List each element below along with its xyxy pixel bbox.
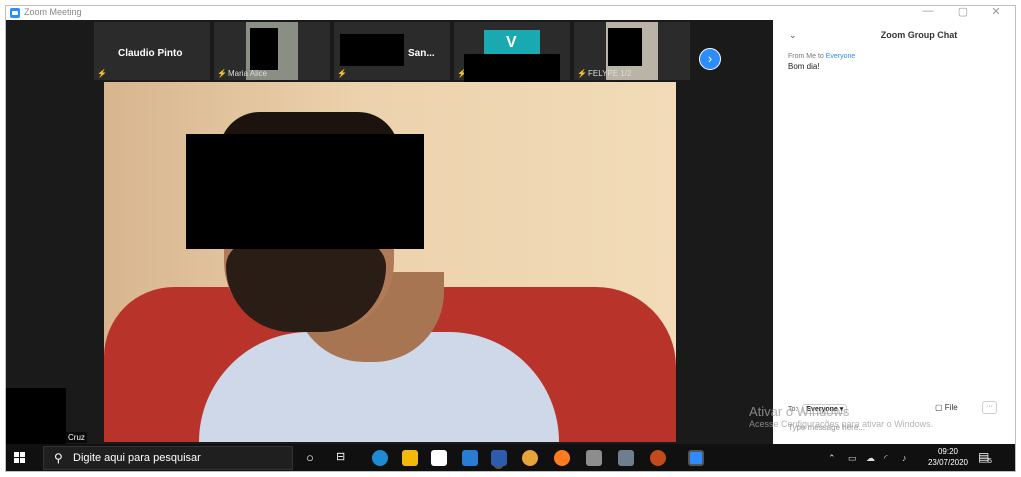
chat-message: Bom dia! [788, 62, 820, 71]
store-icon[interactable] [431, 450, 447, 466]
redaction-box [186, 134, 424, 249]
activation-watermark-title: Ativar o Windows [749, 404, 850, 419]
file-button[interactable]: ▢ File [935, 403, 958, 412]
participant-name: San... [408, 48, 435, 59]
window-title: Zoom Meeting [24, 7, 82, 17]
participant-strip: Claudio Pinto ⚡ ⚡ Maria Alice San... ⚡ V… [6, 20, 773, 90]
search-icon: ⚲ [54, 451, 63, 465]
battery-icon[interactable]: ▭ [848, 453, 857, 464]
muted-mic-icon: ⚡ [337, 69, 347, 78]
avatar-initial: V [506, 34, 517, 51]
participant-name: Claudio Pinto [118, 48, 183, 59]
cortana-icon[interactable]: ○ [306, 450, 322, 466]
file-icon: ▢ [935, 403, 943, 412]
clock-date: 23/07/2020 [927, 458, 969, 467]
taskbar-clock[interactable]: 09:20 23/07/2020 [922, 446, 974, 468]
participant-tile[interactable]: Claudio Pinto ⚡ [94, 22, 210, 80]
muted-mic-icon: ⚡ [97, 69, 107, 78]
chevron-right-icon[interactable]: › [699, 48, 721, 70]
self-view-label: Cruz [66, 432, 87, 443]
file-explorer-icon[interactable] [402, 450, 418, 466]
firefox-icon[interactable] [554, 450, 570, 466]
from-prefix: From Me to [788, 53, 824, 60]
participant-tile[interactable]: San... ⚡ [334, 22, 450, 80]
redaction-box [250, 28, 278, 70]
participant-label: Maria Alice [228, 69, 268, 78]
app-icon[interactable] [586, 450, 602, 466]
active-speaker-video [104, 82, 676, 442]
video-area: Claudio Pinto ⚡ ⚡ Maria Alice San... ⚡ V… [6, 20, 773, 450]
muted-mic-icon: ⚡ [217, 69, 227, 78]
zoom-taskbar-icon[interactable] [688, 450, 704, 466]
mail-icon[interactable] [462, 450, 478, 466]
muted-mic-icon: ⚡ [577, 69, 587, 78]
word-icon[interactable] [491, 450, 507, 466]
more-button[interactable]: ··· [982, 401, 997, 414]
taskbar: ⚲ Digite aqui para pesquisar ○ ⊟ 8 ⌃ ▭ ☁… [6, 444, 1015, 471]
app-icon[interactable] [618, 450, 634, 466]
windows-start-icon[interactable] [14, 452, 26, 464]
search-placeholder: Digite aqui para pesquisar [73, 452, 201, 464]
edge-icon[interactable] [372, 450, 388, 466]
close-button[interactable]: ✕ [984, 6, 1008, 18]
zoom-app-icon [10, 8, 20, 18]
wifi-icon[interactable]: ◜ [884, 453, 888, 464]
zoom-window: Zoom Meeting — ▢ ✕ Claudio Pinto ⚡ ⚡ Mar… [5, 5, 1016, 472]
title-bar: Zoom Meeting — ▢ ✕ [6, 6, 1015, 20]
chat-title: Zoom Group Chat [880, 30, 958, 40]
activation-watermark-text: Acesse Configurações para ativar o Windo… [749, 419, 934, 429]
file-label: File [944, 403, 958, 412]
app-icon[interactable] [650, 450, 666, 466]
participant-tile[interactable]: ⚡ FELYPE 1/2 [574, 22, 690, 80]
onedrive-icon[interactable]: ☁ [866, 453, 875, 464]
self-view-tile[interactable] [6, 388, 66, 450]
notification-count: 5 [988, 458, 992, 465]
restore-button[interactable]: ▢ [951, 6, 975, 18]
chat-panel: ⌄ Zoom Group Chat From Me to Everyone Bo… [773, 20, 1015, 444]
minimize-button[interactable]: — [916, 6, 940, 17]
participant-label: FELYPE 1/2 [588, 69, 632, 78]
chrome-icon[interactable] [522, 450, 538, 466]
clock-time: 09:20 [937, 447, 959, 456]
from-target: Everyone [825, 53, 856, 60]
participant-tile[interactable]: ⚡ Maria Alice [214, 22, 330, 80]
taskbar-search-box[interactable]: ⚲ Digite aqui para pesquisar [43, 446, 293, 470]
chevron-up-icon[interactable]: ⌃ [828, 453, 836, 464]
redaction-box [608, 28, 642, 66]
volume-icon[interactable]: ♪ [902, 453, 907, 463]
chat-message-header: From Me to Everyone [788, 53, 855, 60]
redaction-box [340, 34, 404, 66]
task-view-icon[interactable]: ⊟ [336, 450, 352, 466]
